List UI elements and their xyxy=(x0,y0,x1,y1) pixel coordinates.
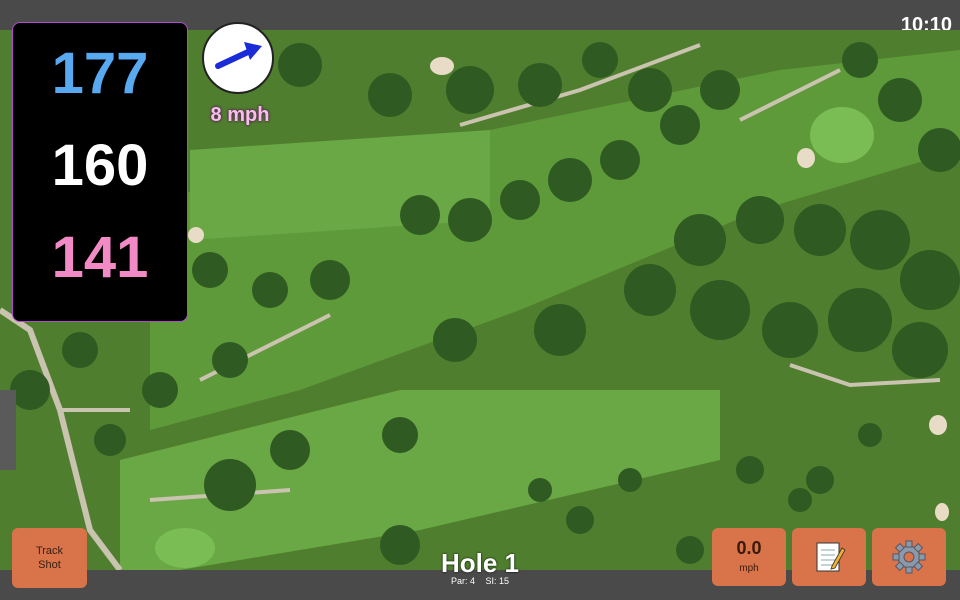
front-distance: 141 xyxy=(51,225,149,290)
back-distance: 177 xyxy=(51,41,149,106)
settings-button[interactable] xyxy=(872,528,946,586)
hole-stroke-index: SI: 15 xyxy=(485,576,510,586)
notepad-icon xyxy=(816,542,846,572)
gear-icon xyxy=(892,540,926,574)
wind-speed: 8 mph xyxy=(210,104,270,126)
speed-unit: mph xyxy=(739,563,759,574)
hole-title: Hole 1 xyxy=(440,548,520,578)
distance-panel: 177 160 141 xyxy=(12,22,188,322)
hole-info: Par: 4 SI: 15 xyxy=(380,576,580,586)
wind-indicator xyxy=(202,22,274,94)
swing-speed-button[interactable]: 0.0 mph xyxy=(712,528,786,586)
hole-par: Par: 4 xyxy=(450,576,475,586)
middle-distance: 160 xyxy=(51,133,149,198)
notes-button[interactable] xyxy=(792,528,866,586)
arrow-icon xyxy=(215,42,262,69)
track-shot-label: Track Shot xyxy=(35,545,64,571)
track-shot-button[interactable]: Track Shot xyxy=(12,528,87,588)
speed-value: 0.0 xyxy=(736,538,762,558)
